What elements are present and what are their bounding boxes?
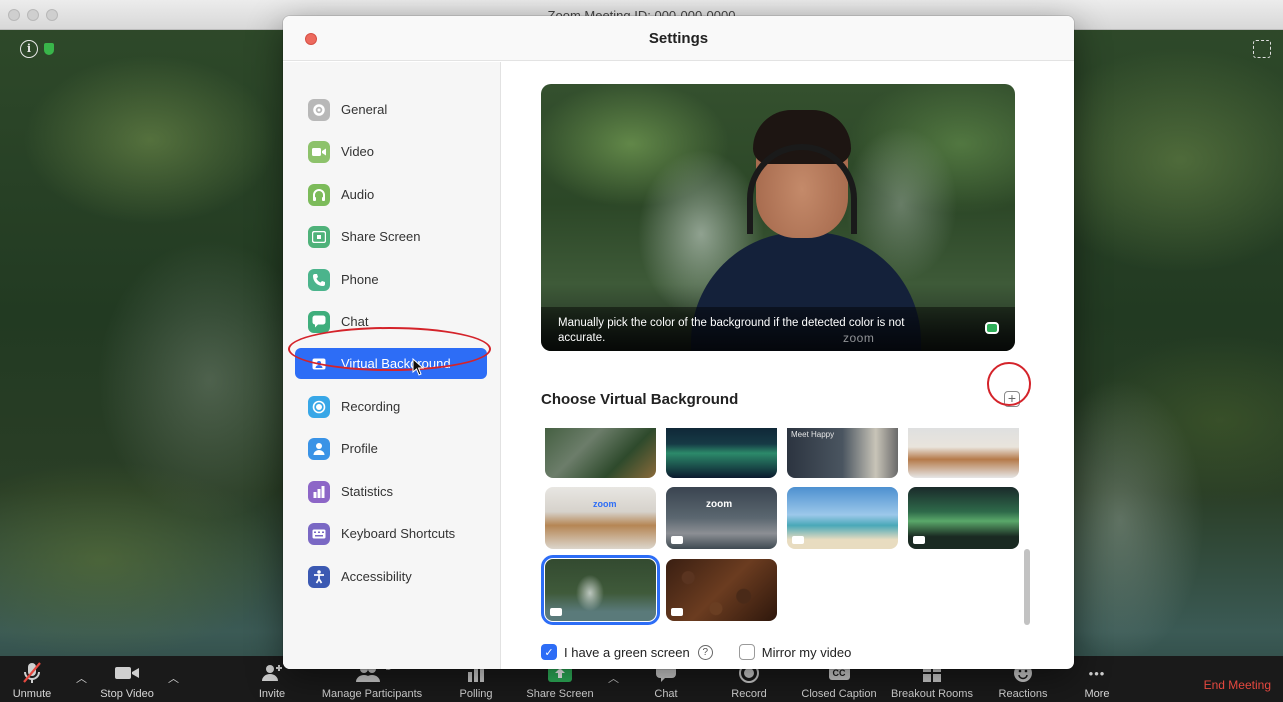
sidebar-item-label: Statistics [341,484,394,499]
zoom-watermark: zoom [843,331,875,345]
background-thumbnail[interactable]: Meet Happy [787,428,898,478]
choose-background-title: Choose Virtual Background [541,391,739,408]
gear-icon [308,98,330,121]
sidebar-item-label: Share Screen [341,229,421,244]
end-meeting-button[interactable]: End Meeting [1204,678,1271,692]
preview-caption-bar: Manually pick the color of the backgroun… [541,307,1015,351]
record-icon [308,395,330,418]
audio-options-caret-icon[interactable]: ︿ [76,670,87,686]
video-badge-icon [792,536,804,544]
background-thumbnail[interactable] [666,428,777,478]
accessibility-icon [308,565,330,588]
background-thumbnail[interactable]: zoom [666,487,777,549]
thumbnail-scrollbar-thumb[interactable] [1024,549,1030,625]
background-thumbnail-grid: Meet Happy zoom zoom [541,428,1021,628]
more-icon: ••• [1088,665,1106,681]
share-screen-icon [308,225,330,248]
thumb-zoom-logo: zoom [593,499,617,509]
background-thumbnail[interactable] [666,559,777,621]
background-thumbnail[interactable] [787,487,898,549]
background-thumbnail[interactable] [908,428,1019,478]
background-thumbnail[interactable] [545,428,656,478]
sidebar-item-audio[interactable]: Audio [295,179,487,210]
unmute-button[interactable]: Unmute [12,658,52,702]
color-picker-icon[interactable] [985,322,999,334]
headphones-icon [308,183,330,206]
thumbnail-scrollbar[interactable] [1024,428,1030,628]
share-options-caret-icon[interactable]: ︿ [608,670,619,686]
chat-bubble-icon [308,310,330,333]
background-thumbnail[interactable] [908,487,1019,549]
sidebar-item-keyboard-shortcuts[interactable]: Keyboard Shortcuts [295,518,487,549]
invite-icon [260,658,284,688]
sidebar-item-share-screen[interactable]: Share Screen [295,221,487,252]
muted-microphone-icon [21,658,43,688]
settings-title: Settings [648,30,709,47]
virtual-background-panel: Manually pick the color of the backgroun… [502,62,1074,669]
green-screen-label: I have a green screen [564,644,690,660]
background-thumbnail[interactable]: zoom [545,487,656,549]
thumb-zoom-logo: zoom [706,499,733,510]
sidebar-item-label: Profile [341,441,378,456]
encryption-shield-icon[interactable] [44,43,54,55]
fullscreen-icon[interactable] [1253,40,1271,58]
video-options-caret-icon[interactable]: ︿ [168,670,179,686]
annotation-circle-add-button [987,362,1031,406]
sidebar-item-label: Accessibility [341,569,412,584]
thumb-sign-text: Meet Happy [791,430,835,439]
video-badge-icon [550,608,562,616]
mirror-video-label: Mirror my video [761,644,852,660]
mirror-video-checkbox[interactable] [738,644,755,660]
background-options: ✓ I have a green screen ? Mirror my vide… [541,642,851,662]
sidebar-item-accessibility[interactable]: Accessibility [295,561,487,592]
video-camera-icon [114,658,140,688]
meeting-info-icon[interactable]: i [20,40,38,58]
video-badge-icon [671,608,683,616]
sidebar-item-recording[interactable]: Recording [295,391,487,422]
profile-icon [308,437,330,460]
mouse-cursor-icon [412,357,425,381]
video-camera-icon [308,140,330,163]
more-button[interactable]: ••• More [1080,658,1114,702]
annotation-circle-virtual-background [288,327,491,371]
sidebar-item-label: Video [341,144,375,159]
video-badge-icon [913,536,925,544]
sidebar-item-label: Phone [341,272,379,287]
video-preview[interactable]: Manually pick the color of the backgroun… [541,84,1015,351]
background-thumbnail-selected[interactable] [541,555,660,625]
preview-caption-text: Manually pick the color of the backgroun… [558,317,905,344]
keyboard-icon [308,522,330,545]
green-screen-checkbox[interactable]: ✓ [541,644,557,660]
sidebar-item-phone[interactable]: Phone [295,264,487,295]
sidebar-item-label: Keyboard Shortcuts [341,526,456,541]
video-badge-icon [671,536,683,544]
stop-video-button[interactable]: Stop Video [96,658,158,702]
sidebar-item-label: Audio [341,187,375,202]
sidebar-item-label: Recording [341,399,401,414]
sidebar-item-statistics[interactable]: Statistics [295,476,487,507]
settings-header: Settings [283,16,1074,61]
sidebar-item-general[interactable]: General [295,94,487,125]
phone-icon [308,268,330,291]
help-icon[interactable]: ? [697,644,713,660]
statistics-icon [308,480,330,503]
sidebar-item-profile[interactable]: Profile [295,433,487,464]
sidebar-item-video[interactable]: Video [295,136,487,167]
sidebar-item-label: General [341,102,388,117]
